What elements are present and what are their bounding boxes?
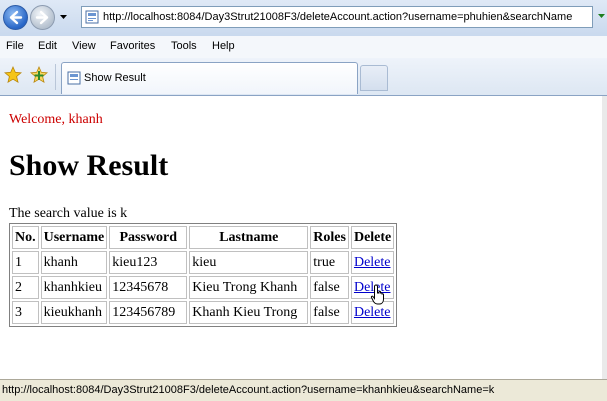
address-bar[interactable]: http://localhost:8084/Day3Strut21008F3/d… [81,6,593,28]
results-table: No. Username Password Lastname Roles Del… [9,223,398,327]
cell-password: kieu123 [109,251,188,274]
column-header-username: Username [40,226,108,249]
cell-lastname: kieu [189,251,309,274]
cell-roles: false [310,276,349,299]
tab-bar: Show Result [0,58,607,96]
navigation-bar: http://localhost:8084/Day3Strut21008F3/d… [0,0,607,36]
cell-roles: false [310,301,349,324]
column-header-password: Password [109,226,188,249]
address-go-icon[interactable] [596,8,607,26]
cell-roles: true [310,251,349,274]
menu-tools[interactable]: Tools [171,40,197,52]
column-header-roles: Roles [310,226,349,249]
table-row: 1 khanh kieu123 kieu true Delete [12,251,395,274]
star-icon[interactable] [4,66,22,84]
browser-chrome: http://localhost:8084/Day3Strut21008F3/d… [0,0,607,96]
address-url[interactable]: http://localhost:8084/Day3Strut21008F3/d… [103,10,591,24]
cell-no: 3 [12,301,39,324]
cell-delete: Delete [350,251,395,274]
status-text: http://localhost:8084/Day3Strut21008F3/d… [2,384,495,396]
table-row: 3 kieukhanh 123456789 Khanh Kieu Trong f… [12,301,395,324]
forward-button[interactable] [30,5,55,30]
page-title: Show Result [9,149,169,182]
delete-link[interactable]: Delete [354,255,391,270]
cell-no: 1 [12,251,39,274]
table-header-row: No. Username Password Lastname Roles Del… [12,226,395,249]
delete-link[interactable]: Delete [354,305,391,320]
column-header-no: No. [12,226,39,249]
menu-favorites[interactable]: Favorites [110,40,155,52]
cell-username: khanhkieu [40,276,108,299]
welcome-message: Welcome, khanh [9,112,103,127]
cell-password: 123456789 [109,301,188,324]
back-button[interactable] [3,5,28,30]
forward-arrow-icon [35,10,49,25]
column-header-delete: Delete [350,226,395,249]
table-row: 2 khanhkieu 12345678 Kieu Trong Khanh fa… [12,276,395,299]
menu-file[interactable]: File [6,40,24,52]
page-icon [85,10,99,24]
back-arrow-icon [9,10,23,25]
history-dropdown-icon[interactable] [59,12,68,21]
menu-edit[interactable]: Edit [38,40,57,52]
tab-show-result[interactable]: Show Result [61,62,358,94]
cell-username: kieukhanh [40,301,108,324]
menu-help[interactable]: Help [212,40,235,52]
status-bar: http://localhost:8084/Day3Strut21008F3/d… [0,379,607,401]
menu-bar: File Edit View Favorites Tools Help [0,36,607,59]
cell-lastname: Kieu Trong Khanh [189,276,309,299]
column-header-lastname: Lastname [189,226,309,249]
cell-no: 2 [12,276,39,299]
vertical-scrollbar[interactable] [602,96,607,379]
tab-title: Show Result [84,72,146,84]
page-icon [67,71,81,85]
search-value-text: The search value is k [9,206,128,221]
menu-view[interactable]: View [72,40,96,52]
new-tab-button[interactable] [360,65,388,91]
add-favorite-icon[interactable] [30,66,48,84]
cell-lastname: Khanh Kieu Trong [189,301,309,324]
cell-password: 12345678 [109,276,188,299]
toolbar-separator [55,64,56,90]
page-content: Welcome, khanh Show Result The search va… [0,97,602,379]
cell-username: khanh [40,251,108,274]
hand-pointer-icon [370,284,384,305]
